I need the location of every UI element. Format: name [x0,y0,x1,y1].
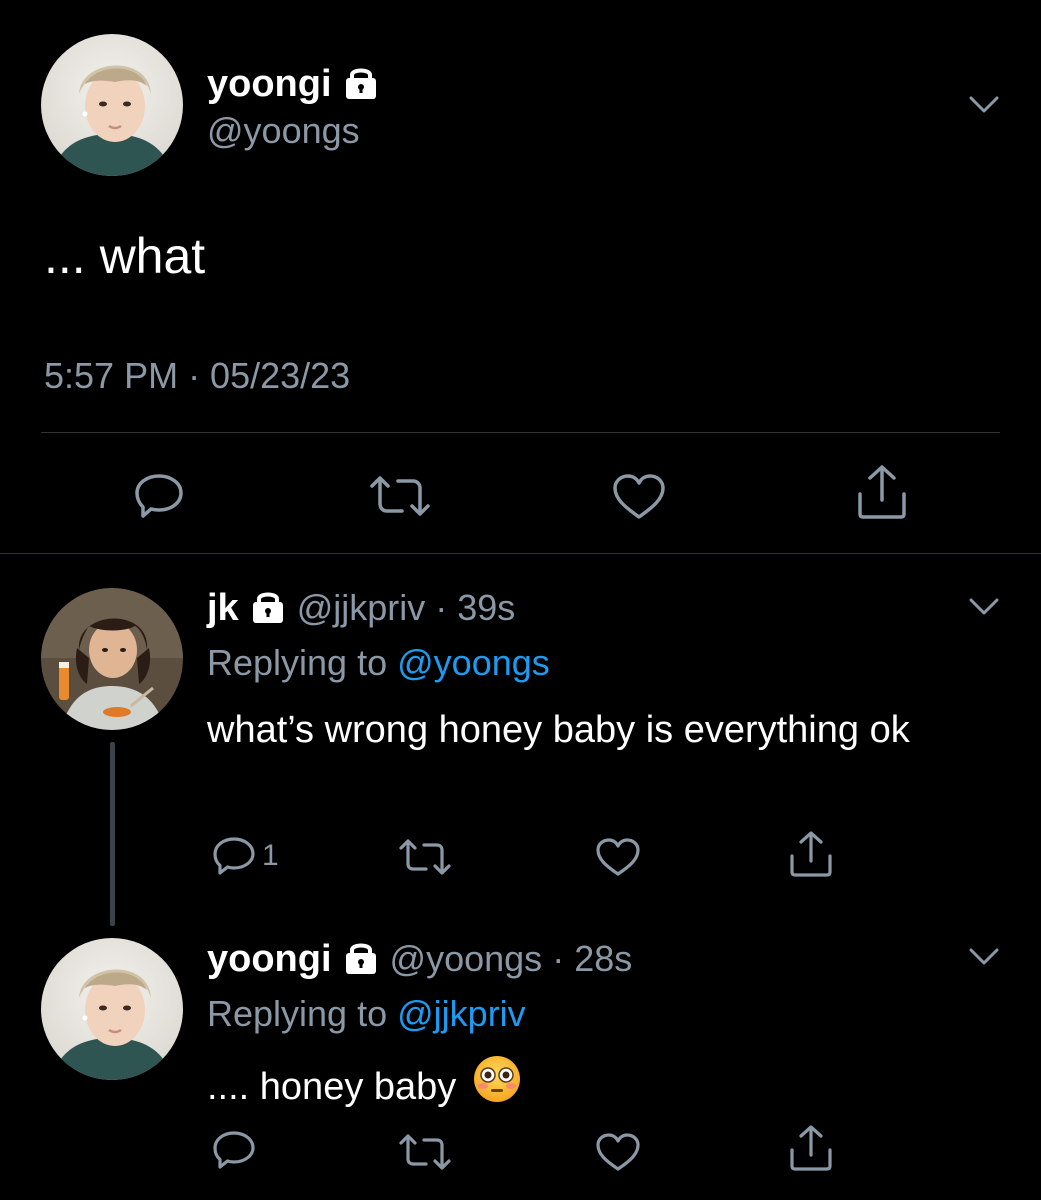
retweet-icon [399,1134,451,1170]
reply-author-handle[interactable]: @yoongs [390,938,543,979]
like-button[interactable] [595,1132,641,1172]
reply-author-name[interactable]: yoongi [207,937,332,981]
reply-text-row: .... honey baby [207,1054,522,1119]
chevron-down-icon[interactable] [969,948,999,966]
retweet-icon [399,839,451,875]
share-button[interactable] [855,464,909,520]
reply-text: what’s wrong honey baby is everything ok [207,709,910,751]
reply-author-name[interactable]: jk [207,586,239,630]
reply-time[interactable]: 39s [457,587,515,628]
reply-text: .... honey baby [207,1065,457,1108]
like-icon [613,474,665,519]
like-icon [596,1133,640,1171]
lock-icon [342,64,380,105]
like-button[interactable] [611,473,667,521]
main-author-name[interactable]: yoongi [207,62,332,106]
reply-button[interactable] [133,472,185,520]
divider [41,432,1000,433]
main-tweet-text: ... what [44,228,206,284]
main-author-handle[interactable]: @yoongs [207,110,360,152]
share-button[interactable] [788,1124,834,1172]
reply-icon [213,1131,255,1169]
main-author-avatar[interactable] [41,34,183,176]
like-icon [596,838,640,876]
lock-icon [249,588,287,629]
retweet-button[interactable] [368,474,432,518]
chevron-down-icon[interactable] [969,96,999,114]
reply-handle-time: @jjkpriv · 39s [296,587,516,628]
replying-to-mention[interactable]: @jjkpriv [397,993,526,1034]
retweet-button[interactable] [398,1133,452,1171]
reply-header: jk @jjkpriv · 39s [207,586,515,630]
reply-count: 1 [262,839,279,872]
replying-to-line: Replying to @jjkpriv [207,992,526,1036]
divider [0,553,1041,554]
replying-to-label: Replying to [207,642,388,683]
reply-author-avatar[interactable] [41,938,183,1080]
retweet-button[interactable] [398,838,452,876]
replying-to-line: Replying to @yoongs [207,641,550,685]
reply-header: yoongi @yoongs · 28s [207,937,632,981]
reply-icon [135,474,183,518]
reply-author-avatar[interactable] [41,588,183,730]
reply-handle-time: @yoongs · 28s [389,938,633,979]
share-icon [790,1125,832,1171]
lock-icon [342,939,380,980]
replying-to-mention[interactable]: @yoongs [397,642,550,683]
share-icon [858,465,906,519]
reply-author-handle[interactable]: @jjkpriv [297,587,426,628]
main-author-row: yoongi [207,62,380,106]
like-button[interactable] [595,837,641,877]
reply-icon [213,837,255,875]
share-button[interactable] [788,830,834,878]
reply-button[interactable] [212,1130,256,1170]
flushed-face-icon [472,1054,522,1119]
share-icon [790,831,832,877]
reply-time[interactable]: 28s [574,938,632,979]
reply-button[interactable]: 1 [212,836,279,876]
chevron-down-icon[interactable] [969,598,999,616]
retweet-icon [370,476,430,516]
replying-to-label: Replying to [207,993,388,1034]
thread-connector [110,742,115,926]
main-tweet-timestamp[interactable]: 5:57 PM · 05/23/23 [44,354,350,398]
